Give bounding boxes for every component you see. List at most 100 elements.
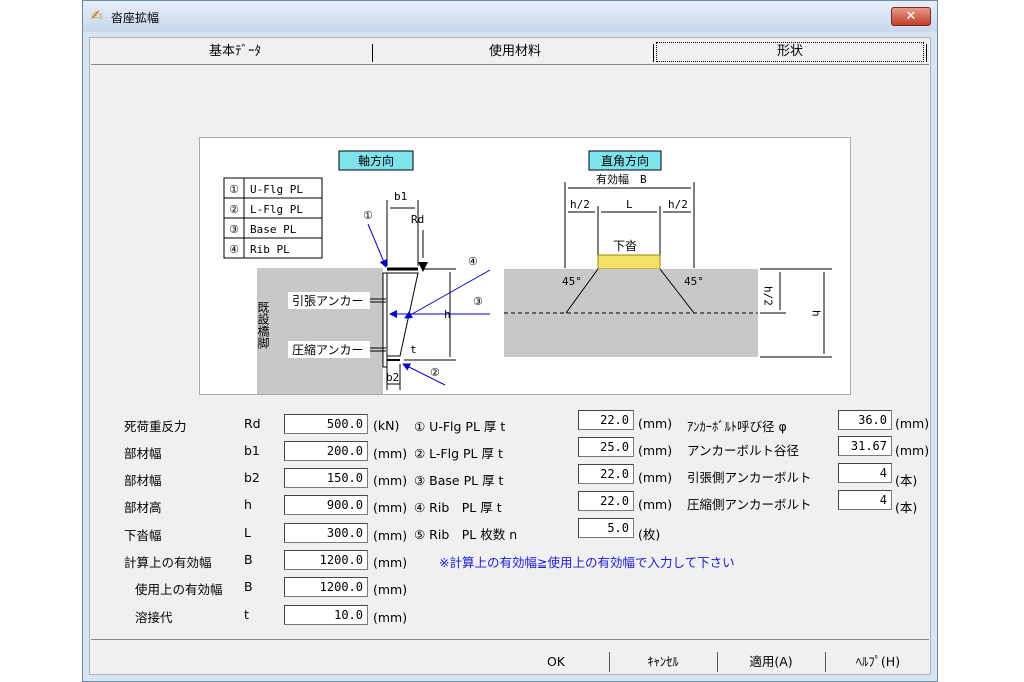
member-height-label: 部材高: [124, 500, 162, 515]
h-half-vert-label: h/2: [762, 286, 775, 306]
member-width-b1-label: 部材幅: [124, 446, 162, 461]
legend-name: U-Flg PL: [250, 183, 303, 196]
tension-anchor-count-label: 引張側アンカーボルト: [687, 470, 812, 485]
ok-button[interactable]: OK: [506, 650, 606, 674]
anchor-root-dia-label: アンカーボルト谷径: [687, 443, 800, 458]
b1-label: b1: [394, 190, 407, 203]
h-half-left-label: h/2: [570, 198, 590, 211]
member-height-symbol: h: [244, 497, 252, 512]
apply-button[interactable]: 適用(A): [720, 650, 822, 674]
dead-load-reaction-input[interactable]: 500.0: [284, 414, 368, 434]
cancel-button[interactable]: ｷｬﾝｾﾙ: [612, 650, 714, 674]
effective-width-note: ※計算上の有効幅≧使用上の有効幅で入力して下さい: [439, 555, 735, 570]
member-width-b1-input[interactable]: 200.0: [284, 441, 368, 461]
tab-separator: [372, 44, 373, 62]
shoe-width-unit: (mm): [373, 528, 408, 543]
u-flg-thickness-input[interactable]: 22.0: [578, 410, 634, 430]
app-icon: ✍: [91, 8, 103, 24]
rib-pl-count-label: ⑤ Rib PL 枚数 n: [414, 527, 518, 542]
rib-pl-thickness-label: ④ Rib PL 厚 t: [414, 500, 502, 515]
angle-left-label: 45°: [562, 275, 582, 288]
used-effective-width-symbol: B: [244, 579, 253, 594]
tension-anchor-count-input[interactable]: 4: [838, 463, 892, 483]
button-separator: [609, 652, 610, 672]
l-flg-thickness-unit: (mm): [638, 443, 673, 458]
shoe-width-symbol: L: [244, 525, 251, 540]
u-flg-thickness-label: ① U-Flg PL 厚 t: [414, 419, 506, 434]
title-bar[interactable]: ✍ 沓座拡幅 ✕: [83, 1, 937, 32]
dead-load-reaction-label: 死荷重反力: [124, 419, 187, 434]
legend-name: Base PL: [250, 223, 297, 236]
existing-pier: [257, 268, 383, 394]
anchor-root-dia-input[interactable]: 31.67: [838, 436, 892, 456]
window-title: 沓座拡幅: [111, 11, 160, 25]
shape-figure: 軸方向 ① U-Flg PL ② L-Flg PL ③ Base PL ④ Ri…: [199, 137, 851, 395]
effective-width-label: 有効幅 B: [596, 172, 647, 186]
anchor-nominal-dia-unit: (mm): [895, 416, 930, 431]
marker-1: ①: [363, 209, 373, 222]
marker-3: ③: [473, 295, 483, 308]
anchor-nominal-dia-input[interactable]: 36.0: [838, 410, 892, 430]
used-effective-width-input[interactable]: 1200.0: [284, 577, 368, 597]
b2-label: b2: [386, 371, 399, 384]
base-plate: [382, 272, 388, 368]
weld-allowance-label: 溶接代: [135, 610, 173, 625]
dialog-window: ✍ 沓座拡幅 ✕ 基本ﾃﾞｰﾀ 使用材料 形状 軸方向 ① U-Flg PL ②…: [82, 0, 938, 682]
member-width-b1-symbol: b1: [244, 443, 260, 458]
calc-effective-width-unit: (mm): [373, 555, 408, 570]
tension-anchor-label: 引張アンカー: [292, 294, 364, 308]
tension-anchor-count-unit: (本): [895, 473, 918, 488]
base-pl-thickness-unit: (mm): [638, 470, 673, 485]
button-separator: [825, 652, 826, 672]
weld-allowance-input[interactable]: 10.0: [284, 605, 368, 625]
marker-2: ②: [430, 366, 440, 379]
tab-separator: [926, 44, 927, 62]
compression-anchor-count-label: 圧縮側アンカーボルト: [687, 497, 812, 512]
l-label: L: [626, 198, 633, 211]
calc-effective-width-symbol: B: [244, 552, 253, 567]
used-effective-width-unit: (mm): [373, 582, 408, 597]
rib-pl-thickness-input[interactable]: 22.0: [578, 491, 634, 511]
legend-name: Rib PL: [250, 243, 290, 256]
member-width-b1-unit: (mm): [373, 446, 408, 461]
l-flg-thickness-label: ② L-Flg PL 厚 t: [414, 446, 503, 461]
compression-anchor-label: 圧縮アンカー: [292, 342, 364, 357]
weld-allowance-symbol: t: [244, 607, 249, 622]
tab-panel-shape: 軸方向 ① U-Flg PL ② L-Flg PL ③ Base PL ④ Ri…: [91, 64, 929, 640]
shoe-label: 下沓: [613, 239, 637, 253]
help-button[interactable]: ﾍﾙﾌﾟ(H): [828, 650, 928, 674]
base-pl-thickness-input[interactable]: 22.0: [578, 464, 634, 484]
calc-effective-width-input[interactable]: 1200.0: [284, 550, 368, 570]
l-flg-thickness-input[interactable]: 25.0: [578, 437, 634, 457]
legend-no: ①: [229, 183, 239, 196]
lower-shoe: [597, 254, 661, 270]
anchor-nominal-dia-label: ｱﾝｶｰﾎﾞﾙﾄ呼び径 φ: [687, 419, 787, 434]
compression-anchor-count-input[interactable]: 4: [838, 490, 892, 510]
legend-no: ②: [229, 203, 239, 216]
member-width-b2-input[interactable]: 150.0: [284, 468, 368, 488]
shoe-width-input[interactable]: 300.0: [284, 523, 368, 543]
weld-allowance-unit: (mm): [373, 610, 408, 625]
h-vert-label: h: [810, 310, 823, 317]
dead-load-reaction-symbol: Rd: [244, 416, 261, 431]
used-effective-width-label: 使用上の有効幅: [135, 582, 223, 597]
rib-pl-count-unit: (枚): [638, 527, 661, 542]
legend-name: L-Flg PL: [250, 203, 303, 216]
plate-legend: ① U-Flg PL ② L-Flg PL ③ Base PL ④ Rib PL: [223, 177, 323, 259]
rib-pl-count-input[interactable]: 5.0: [578, 518, 634, 538]
close-button[interactable]: ✕: [891, 7, 931, 26]
anchor-root-dia-unit: (mm): [895, 443, 930, 458]
member-height-unit: (mm): [373, 500, 408, 515]
h-half-right-label: h/2: [668, 198, 688, 211]
angle-right-label: 45°: [684, 275, 704, 288]
tab-basic-data[interactable]: 基本ﾃﾞｰﾀ: [110, 40, 360, 63]
marker-4: ④: [468, 255, 478, 268]
legend-no: ④: [229, 243, 239, 256]
u-flg-thickness-unit: (mm): [638, 416, 673, 431]
tab-shape[interactable]: 形状: [656, 42, 924, 62]
button-separator: [717, 652, 718, 672]
member-width-b2-unit: (mm): [373, 473, 408, 488]
tab-materials[interactable]: 使用材料: [390, 40, 640, 63]
member-height-input[interactable]: 900.0: [284, 495, 368, 515]
rd-label: Rd: [411, 213, 424, 226]
